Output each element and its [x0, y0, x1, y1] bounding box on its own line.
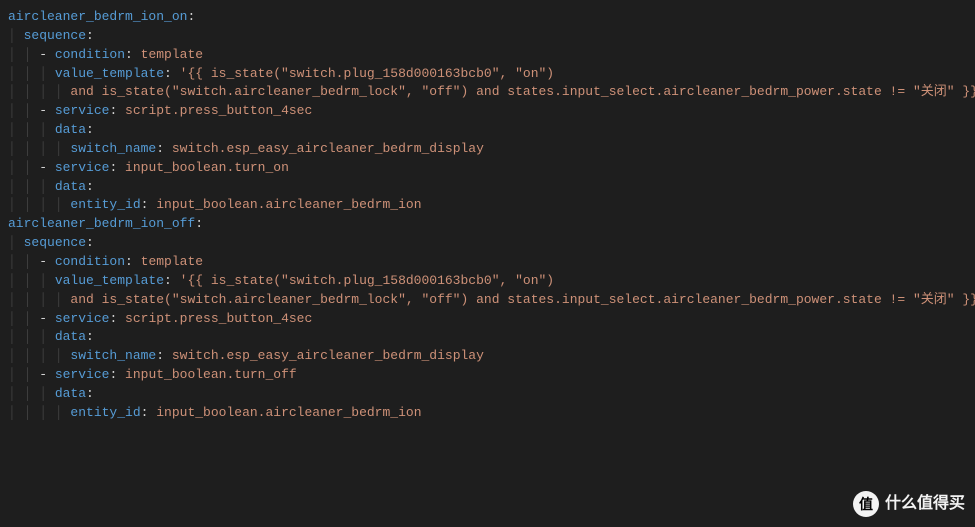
code-line: │ │ │ data: [8, 121, 975, 140]
code-line: │ │ │ │ and is_state("switch.aircleaner_… [8, 291, 975, 310]
code-line: │ │ - condition: template [8, 46, 975, 65]
code-line: │ │ - service: script.press_button_4sec [8, 310, 975, 329]
watermark-text: 什么值得买 [885, 492, 965, 515]
code-line: aircleaner_bedrm_ion_off: [8, 215, 975, 234]
code-line: │ │ │ │ entity_id: input_boolean.airclea… [8, 196, 975, 215]
code-line: │ │ │ │ switch_name: switch.esp_easy_air… [8, 140, 975, 159]
code-line: │ sequence: [8, 234, 975, 253]
code-line: │ │ │ value_template: '{{ is_state("swit… [8, 65, 975, 84]
code-line: │ │ │ data: [8, 328, 975, 347]
code-line: aircleaner_bedrm_ion_on: [8, 8, 975, 27]
code-line: │ │ │ │ entity_id: input_boolean.airclea… [8, 404, 975, 423]
code-line: │ │ │ │ switch_name: switch.esp_easy_air… [8, 347, 975, 366]
watermark: 值 什么值得买 [853, 491, 965, 517]
code-line: │ │ - service: input_boolean.turn_on [8, 159, 975, 178]
code-editor[interactable]: aircleaner_bedrm_ion_on:│ sequence:│ │ -… [0, 0, 975, 431]
code-line: │ │ │ │ and is_state("switch.aircleaner_… [8, 83, 975, 102]
code-line: │ │ - service: input_boolean.turn_off [8, 366, 975, 385]
watermark-badge-icon: 值 [853, 491, 879, 517]
code-line: │ sequence: [8, 27, 975, 46]
code-line: │ │ │ data: [8, 385, 975, 404]
code-line: │ │ - condition: template [8, 253, 975, 272]
code-line: │ │ │ data: [8, 178, 975, 197]
code-line: │ │ │ value_template: '{{ is_state("swit… [8, 272, 975, 291]
code-line: │ │ - service: script.press_button_4sec [8, 102, 975, 121]
